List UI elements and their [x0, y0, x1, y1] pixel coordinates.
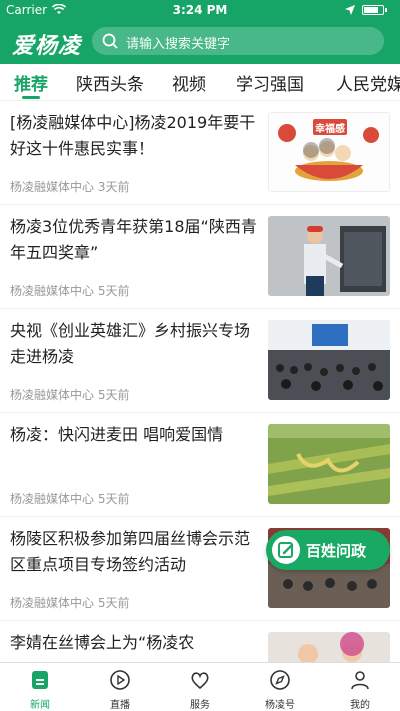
news-source: 杨凌融媒体中心	[10, 284, 95, 298]
news-thumbnail	[268, 216, 390, 296]
news-meta: 杨凌融媒体中心 5天前	[10, 282, 129, 299]
nav-yangling-account[interactable]: 杨凌号	[240, 663, 320, 711]
search-placeholder[interactable]: 请输入搜索关键字	[126, 33, 230, 52]
news-source: 杨凌融媒体中心	[10, 492, 95, 506]
thumbnail-caption: 幸福感	[315, 124, 345, 135]
news-item[interactable]: 杨凌3位优秀青年获第18届“陕西青年五四奖章” 杨凌融媒体中心 5天前	[0, 204, 400, 309]
news-item[interactable]: 李婧在丝博会上为“杨凌农	[0, 620, 400, 662]
news-time: 5天前	[97, 492, 130, 506]
news-thumbnail	[268, 632, 390, 662]
news-icon	[32, 671, 48, 689]
news-thumbnail	[268, 320, 390, 400]
search-bar[interactable]: 请输入搜索关键字	[92, 27, 384, 55]
news-title[interactable]: 杨凌：快闪进麦田 唱响爱国情	[10, 422, 258, 448]
citizen-inquiry-label: 百姓问政	[306, 542, 367, 560]
nav-service[interactable]: 服务	[160, 663, 240, 711]
nav-label: 直播	[110, 700, 130, 711]
news-title[interactable]: 央视《创业英雄汇》乡村振兴专场走进杨凌	[10, 318, 258, 370]
app-header: 爱杨凌 请输入搜索关键字	[0, 20, 400, 64]
nav-label: 服务	[190, 700, 210, 711]
news-time: 5天前	[97, 596, 130, 610]
active-tab-indicator	[22, 96, 40, 99]
news-meta: 杨凌融媒体中心 5天前	[10, 594, 129, 611]
news-meta: 杨凌融媒体中心 5天前	[10, 490, 129, 507]
user-icon	[351, 671, 369, 690]
news-item[interactable]: [杨凌融媒体中心]杨凌2019年要干好这十件惠民实事！ 杨凌融媒体中心 3天前 …	[0, 100, 400, 205]
news-item[interactable]: 央视《创业英雄汇》乡村振兴专场走进杨凌 杨凌融媒体中心 5天前	[0, 308, 400, 413]
news-meta: 杨凌融媒体中心 5天前	[10, 386, 129, 403]
news-meta: 杨凌融媒体中心 3天前	[10, 178, 129, 195]
battery-icon	[362, 5, 387, 15]
news-time: 5天前	[97, 388, 130, 402]
news-time: 3天前	[97, 180, 130, 194]
status-bar: Carrier 3:24 PM	[0, 0, 400, 20]
nav-label: 新闻	[30, 700, 50, 711]
news-thumbnail: 幸福感	[268, 112, 390, 192]
search-icon	[102, 33, 118, 49]
news-title[interactable]: 李婧在丝博会上为“杨凌农	[10, 630, 258, 656]
news-time: 5天前	[97, 284, 130, 298]
news-thumbnail	[268, 424, 390, 504]
clock: 3:24 PM	[172, 3, 228, 17]
nav-live[interactable]: 直播	[80, 663, 160, 711]
tab-xuexi-qiangguo[interactable]: 学习强国	[236, 70, 304, 95]
nav-news[interactable]: 新闻	[0, 663, 80, 711]
news-source: 杨凌融媒体中心	[10, 388, 95, 402]
battery-level	[364, 7, 379, 13]
compass-icon	[270, 670, 290, 690]
bottom-nav: 新闻 直播 服务 杨凌号 我的	[0, 662, 400, 711]
citizen-inquiry-button[interactable]: 百姓问政	[266, 530, 390, 570]
edit-icon	[272, 536, 300, 564]
news-title[interactable]: 杨凌3位优秀青年获第18届“陕西青年五四奖章”	[10, 214, 258, 266]
app-logo: 爱杨凌	[12, 33, 82, 59]
tab-video[interactable]: 视频	[172, 70, 206, 95]
news-item[interactable]: 杨凌：快闪进麦田 唱响爱国情 杨凌融媒体中心 5天前	[0, 412, 400, 517]
tab-recommend[interactable]: 推荐	[14, 70, 48, 95]
news-list: [杨凌融媒体中心]杨凌2019年要干好这十件惠民实事！ 杨凌融媒体中心 3天前 …	[0, 100, 400, 662]
tab-shaanxi-headlines[interactable]: 陕西头条	[76, 70, 144, 95]
channel-tabs: 推荐 陕西头条 视频 学习强国 人民党媒	[0, 64, 400, 101]
news-source: 杨凌融媒体中心	[10, 596, 95, 610]
nav-label: 我的	[350, 700, 370, 711]
news-title[interactable]: 杨陵区积极参加第四届丝博会示范区重点项目专场签约活动	[10, 526, 258, 578]
tab-people-media[interactable]: 人民党媒	[336, 70, 400, 95]
nav-label: 杨凌号	[265, 700, 295, 711]
service-icon	[191, 672, 209, 690]
news-title[interactable]: [杨凌融媒体中心]杨凌2019年要干好这十件惠民实事！	[10, 110, 258, 162]
news-source: 杨凌融媒体中心	[10, 180, 95, 194]
nav-mine[interactable]: 我的	[320, 663, 400, 711]
live-icon	[110, 670, 130, 690]
location-icon	[345, 4, 355, 18]
